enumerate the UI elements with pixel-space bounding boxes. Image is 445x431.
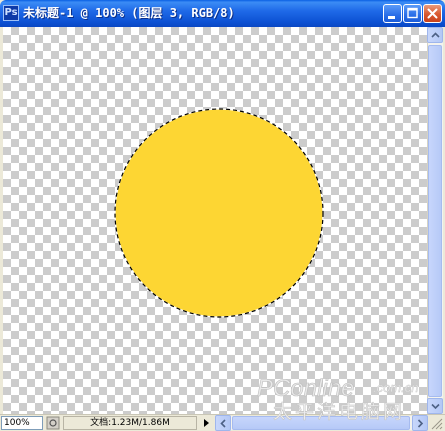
chevron-up-icon xyxy=(431,32,440,38)
document-window: Ps 未标题-1 @ 100% (图层 3, RGB/8) 100% 文档:1.… xyxy=(0,0,445,431)
maximize-icon xyxy=(407,7,418,19)
maximize-button[interactable] xyxy=(403,4,422,23)
resize-grip-icon[interactable] xyxy=(429,416,443,430)
minimize-button[interactable] xyxy=(383,4,402,23)
horizontal-scrollbar[interactable] xyxy=(215,415,428,431)
yellow-circle[interactable] xyxy=(115,109,323,317)
scroll-up-button[interactable] xyxy=(427,27,443,43)
horizontal-scroll-thumb[interactable] xyxy=(232,416,410,430)
status-bar: 100% 文档:1.23M/1.86M xyxy=(0,414,445,431)
scroll-down-button[interactable] xyxy=(427,398,443,414)
canvas[interactable] xyxy=(3,27,427,414)
zoom-input[interactable]: 100% xyxy=(1,416,43,430)
close-icon xyxy=(427,8,438,19)
scroll-right-button[interactable] xyxy=(412,415,428,431)
title-bar[interactable]: Ps 未标题-1 @ 100% (图层 3, RGB/8) xyxy=(0,0,445,27)
chevron-left-icon xyxy=(220,419,226,428)
vertical-scroll-thumb[interactable] xyxy=(428,45,442,397)
status-menu-arrow-icon[interactable] xyxy=(199,416,213,430)
navigator-icon[interactable] xyxy=(46,416,60,430)
chevron-down-icon xyxy=(431,403,440,410)
minimize-icon xyxy=(388,16,395,19)
photoshop-icon[interactable]: Ps xyxy=(3,5,19,21)
yellow-circle-layer[interactable] xyxy=(3,27,427,414)
chevron-right-icon xyxy=(417,419,424,428)
document-size-info: 文档:1.23M/1.86M xyxy=(63,416,197,430)
window-title: 未标题-1 @ 100% (图层 3, RGB/8) xyxy=(23,6,235,20)
scroll-left-button[interactable] xyxy=(215,415,231,431)
close-button[interactable] xyxy=(423,4,442,23)
vertical-scrollbar[interactable] xyxy=(427,27,443,414)
